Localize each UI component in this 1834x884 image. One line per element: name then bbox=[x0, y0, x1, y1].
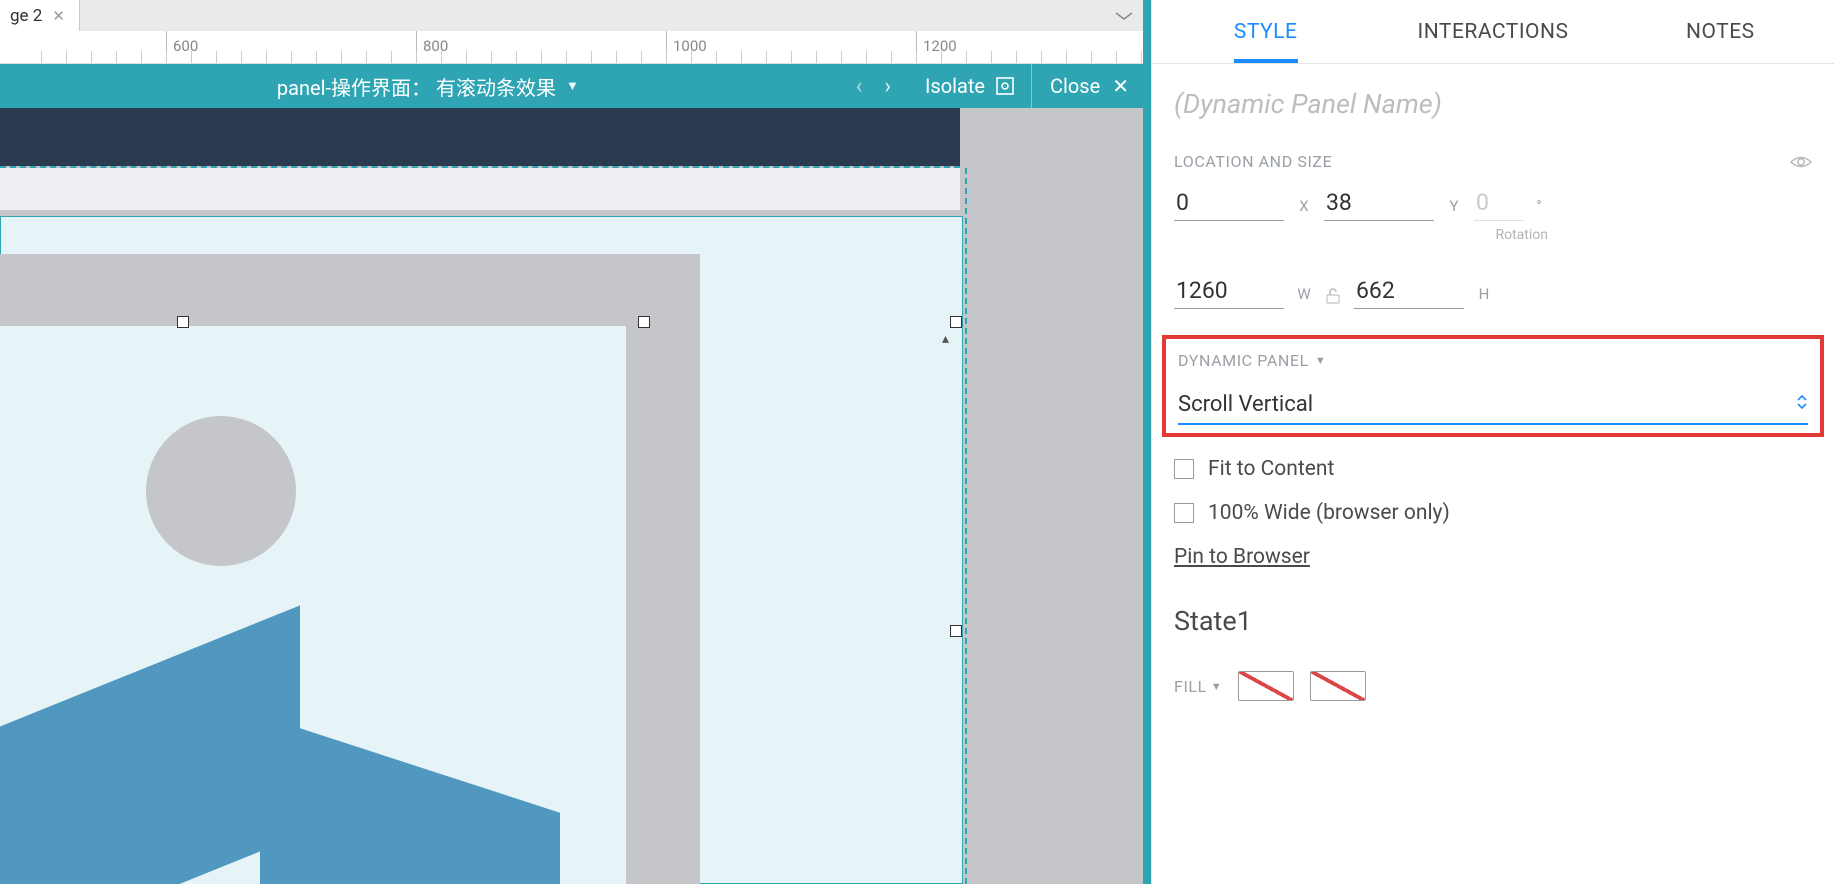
dynamic-panel-label: DYNAMIC PANEL bbox=[1178, 351, 1309, 370]
y-unit: Y bbox=[1440, 197, 1468, 221]
rotation-label: Rotation bbox=[1474, 221, 1548, 243]
page-tab-bar: ge 2 ✕ bbox=[0, 0, 1143, 31]
selection-guide bbox=[965, 168, 967, 884]
resize-handle[interactable] bbox=[177, 316, 189, 328]
placeholder-mountain-icon bbox=[0, 605, 300, 884]
highlighted-section: DYNAMIC PANEL ▼ Scroll Vertical bbox=[1162, 335, 1824, 437]
ruler-tick-label: 800 bbox=[423, 37, 448, 55]
x-input[interactable] bbox=[1174, 185, 1284, 221]
panel-nav: ‹ › bbox=[856, 74, 909, 99]
state-name[interactable]: State1 bbox=[1152, 569, 1834, 637]
inspector-tabs: STYLE INTERACTIONS NOTES bbox=[1152, 0, 1834, 64]
isolate-button[interactable]: Isolate bbox=[909, 74, 1031, 98]
chevron-down-icon: ▼ bbox=[566, 78, 579, 94]
widget-name-input[interactable] bbox=[1174, 82, 1812, 130]
no-fill-icon bbox=[1238, 671, 1294, 701]
lock-aspect-button[interactable] bbox=[1324, 287, 1348, 309]
close-icon[interactable]: ✕ bbox=[52, 7, 65, 25]
inspector-panel: STYLE INTERACTIONS NOTES LOCATION AND SI… bbox=[1151, 0, 1834, 884]
panel-title: panel-操作界面： 有滚动条效果 bbox=[277, 72, 556, 101]
subheader-widget[interactable] bbox=[0, 168, 960, 210]
placeholder-mountain-icon bbox=[260, 715, 560, 884]
rotation-unit: ° bbox=[1530, 197, 1548, 221]
tab-style[interactable]: STYLE bbox=[1152, 2, 1379, 62]
unlock-icon bbox=[1324, 287, 1342, 305]
rotation-input bbox=[1474, 185, 1524, 221]
fill-color-swatch[interactable] bbox=[1238, 671, 1294, 701]
select-stepper-icon bbox=[1796, 392, 1808, 417]
chevron-down-icon bbox=[1115, 11, 1133, 21]
canvas-area[interactable]: ge 2 ✕ 600 800 1000 1200 panel-操作界面： 有滚动… bbox=[0, 0, 1143, 884]
prev-state-button[interactable]: ‹ bbox=[856, 74, 863, 99]
width-input[interactable] bbox=[1174, 273, 1284, 309]
y-input[interactable] bbox=[1324, 185, 1434, 221]
tab-notes[interactable]: NOTES bbox=[1607, 2, 1834, 62]
visibility-icon[interactable] bbox=[1790, 154, 1812, 170]
height-unit: H bbox=[1470, 285, 1498, 309]
no-fill-icon bbox=[1310, 671, 1366, 701]
dynamic-panel-header: panel-操作界面： 有滚动条效果 ▼ ‹ › Isolate Close ✕ bbox=[0, 64, 1143, 108]
resize-handle[interactable] bbox=[950, 316, 962, 328]
placeholder-sun-icon bbox=[146, 416, 296, 566]
dynamic-panel-section-header[interactable]: DYNAMIC PANEL ▼ bbox=[1178, 351, 1808, 370]
checkbox-icon bbox=[1174, 459, 1194, 479]
tab-interactions[interactable]: INTERACTIONS bbox=[1379, 2, 1606, 62]
next-state-button[interactable]: › bbox=[884, 74, 891, 99]
scroll-mode-select[interactable]: Scroll Vertical bbox=[1178, 388, 1808, 425]
chevron-down-icon: ▼ bbox=[1315, 354, 1327, 367]
fit-label: Fit to Content bbox=[1208, 457, 1334, 481]
fill-image-swatch[interactable] bbox=[1310, 671, 1366, 701]
header-widget[interactable] bbox=[0, 108, 960, 166]
x-unit: X bbox=[1290, 197, 1318, 221]
location-size-label: LOCATION AND SIZE bbox=[1174, 152, 1332, 171]
close-icon: ✕ bbox=[1112, 74, 1129, 98]
resize-handle[interactable] bbox=[638, 316, 650, 328]
scrollbar-arrow-icon[interactable]: ▴ bbox=[942, 331, 949, 347]
fit-to-content-checkbox[interactable]: Fit to Content bbox=[1152, 437, 1834, 481]
height-input[interactable] bbox=[1354, 273, 1464, 309]
image-placeholder[interactable] bbox=[0, 326, 626, 884]
width-unit: W bbox=[1290, 285, 1318, 309]
pin-to-browser-link[interactable]: Pin to Browser bbox=[1152, 525, 1834, 569]
isolate-label: Isolate bbox=[925, 74, 985, 98]
close-label: Close bbox=[1050, 74, 1100, 98]
isolate-icon bbox=[995, 76, 1015, 96]
scroll-mode-value: Scroll Vertical bbox=[1178, 392, 1313, 417]
splitter-handle[interactable] bbox=[1143, 0, 1151, 884]
canvas-body[interactable]: ▴ bbox=[0, 108, 1143, 884]
chevron-down-icon: ▼ bbox=[1211, 680, 1223, 693]
ruler-tick-label: 1200 bbox=[923, 37, 957, 55]
fill-label: FILL bbox=[1174, 677, 1207, 696]
fill-section-header[interactable]: FILL ▼ bbox=[1174, 677, 1222, 696]
image-placeholder-frame[interactable] bbox=[0, 254, 700, 884]
panel-state-dropdown[interactable]: panel-操作界面： 有滚动条效果 ▼ bbox=[0, 72, 856, 101]
checkbox-icon bbox=[1174, 503, 1194, 523]
ruler-tick-label: 600 bbox=[173, 37, 198, 55]
wide-label: 100% Wide (browser only) bbox=[1208, 501, 1450, 525]
page-tab-label: ge 2 bbox=[10, 6, 42, 26]
tab-dropdown[interactable] bbox=[1115, 0, 1133, 31]
horizontal-ruler: 600 800 1000 1200 bbox=[0, 31, 1143, 64]
full-width-checkbox[interactable]: 100% Wide (browser only) bbox=[1152, 481, 1834, 525]
page-tab[interactable]: ge 2 ✕ bbox=[0, 0, 80, 31]
close-panel-button[interactable]: Close ✕ bbox=[1032, 74, 1143, 98]
resize-handle[interactable] bbox=[950, 625, 962, 637]
ruler-tick-label: 1000 bbox=[673, 37, 707, 55]
